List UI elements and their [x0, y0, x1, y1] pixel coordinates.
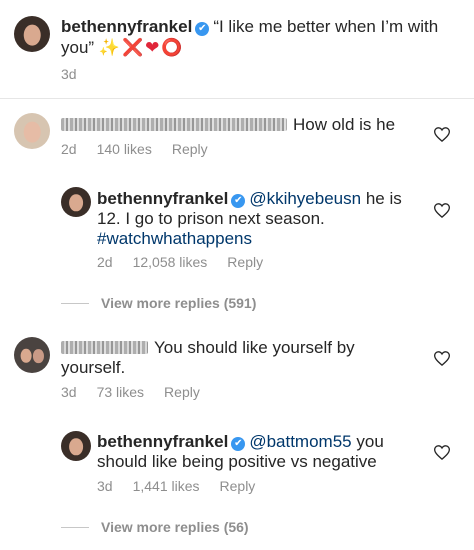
caption-emojis: ✨❌❤⭕: [98, 38, 185, 57]
caption-time: 3d: [61, 66, 77, 82]
comment-avatar[interactable]: [14, 113, 50, 149]
reply-meta: 3d 1,441 likes Reply: [97, 478, 275, 494]
view-more-replies[interactable]: View more replies (56): [61, 519, 249, 535]
reply-body-rest: you: [356, 432, 384, 451]
reply-time: 3d: [97, 478, 113, 494]
reply-body-rest: he is: [365, 189, 402, 208]
comment-text-line2: yourself.: [61, 358, 126, 377]
view-more-replies[interactable]: View more replies (591): [61, 295, 256, 311]
comment-likes[interactable]: 140 likes: [97, 141, 152, 157]
reply-button[interactable]: Reply: [172, 141, 208, 157]
reply-username[interactable]: bethennyfrankel: [97, 189, 228, 208]
reply-time: 2d: [97, 254, 113, 270]
reply-meta: 2d 12,058 likes Reply: [97, 254, 283, 270]
comment-text-line1: You should like yourself by: [61, 337, 441, 358]
caption-text-line1: bethennyfrankel ✔ “I like me better when I…: [61, 16, 461, 58]
divider: [0, 98, 474, 99]
verified-icon: ✔: [231, 194, 246, 208]
comment-username-redacted[interactable]: [61, 118, 287, 131]
comment-avatar[interactable]: [14, 337, 50, 373]
reply-avatar[interactable]: [61, 431, 91, 461]
heart-icon[interactable]: [434, 127, 450, 142]
comment-meta: 3d 73 likes Reply: [61, 384, 220, 400]
comment-text: How old is he: [61, 114, 441, 135]
reply-likes[interactable]: 12,058 likes: [133, 254, 208, 270]
reply-text-line1: bethennyfrankel ✔ @battmom55 you: [97, 431, 427, 452]
comment-time: 2d: [61, 141, 77, 157]
reply-hashtag[interactable]: #watchwhathappens: [97, 228, 252, 249]
reply-text-line1: bethennyfrankel ✔ @kkihyebeusn he is: [97, 188, 427, 209]
reply-text-line2: should like being positive vs negative: [97, 452, 377, 471]
comment-body: How old is he: [293, 115, 396, 134]
reply-button[interactable]: Reply: [220, 478, 256, 494]
comment-meta: 2d 140 likes Reply: [61, 141, 228, 157]
comment-username-redacted[interactable]: [61, 341, 148, 354]
heart-icon[interactable]: [434, 203, 450, 218]
caption-avatar[interactable]: [14, 16, 50, 52]
reply-button[interactable]: Reply: [164, 384, 200, 400]
reply-mention[interactable]: @kkihyebeusn: [249, 189, 361, 208]
reply-avatar[interactable]: [61, 187, 91, 217]
comment-time: 3d: [61, 384, 77, 400]
caption-username[interactable]: bethennyfrankel: [61, 17, 192, 36]
heart-icon[interactable]: [434, 445, 450, 460]
heart-icon[interactable]: [434, 351, 450, 366]
reply-button[interactable]: Reply: [227, 254, 263, 270]
comment-likes[interactable]: 73 likes: [97, 384, 144, 400]
reply-username[interactable]: bethennyfrankel: [97, 432, 228, 451]
verified-icon: ✔: [195, 22, 210, 36]
comment-body: You should like yourself by: [154, 338, 355, 357]
reply-text-line2: 12. I go to prison next season.: [97, 209, 325, 228]
reply-mention[interactable]: @battmom55: [249, 432, 351, 451]
reply-likes[interactable]: 1,441 likes: [133, 478, 200, 494]
verified-icon: ✔: [231, 437, 246, 451]
